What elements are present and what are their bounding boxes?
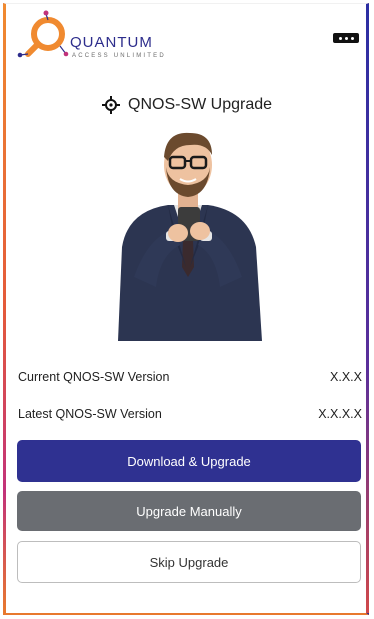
upgrade-manually-button[interactable]: Upgrade Manually — [17, 491, 361, 531]
current-version-row: Current QNOS-SW Version X.X.X — [18, 368, 362, 386]
page-title: QNOS-SW Upgrade — [128, 96, 273, 113]
current-version-value: X.X.X — [330, 370, 362, 384]
download-upgrade-button[interactable]: Download & Upgrade — [17, 440, 361, 482]
current-version-label: Current QNOS-SW Version — [18, 370, 170, 384]
quantum-logo: QUANTUM ACCESS UNLIMITED — [16, 10, 176, 68]
logo-mark-icon — [17, 10, 69, 58]
more-menu-button[interactable] — [333, 33, 359, 43]
latest-version-value: X.X.X.X — [318, 407, 362, 421]
hero-illustration — [108, 127, 268, 341]
man-with-phone-illustration — [118, 132, 262, 341]
crosshair-icon — [102, 96, 120, 114]
skip-upgrade-button[interactable]: Skip Upgrade — [17, 541, 361, 583]
brand-name: QUANTUM — [70, 34, 153, 51]
ellipsis-icon — [338, 36, 342, 40]
brand-tagline: ACCESS UNLIMITED — [72, 53, 166, 59]
page-header: QNOS-SW Upgrade — [102, 95, 272, 115]
latest-version-label: Latest QNOS-SW Version — [18, 407, 162, 421]
latest-version-row: Latest QNOS-SW Version X.X.X.X — [18, 405, 362, 423]
